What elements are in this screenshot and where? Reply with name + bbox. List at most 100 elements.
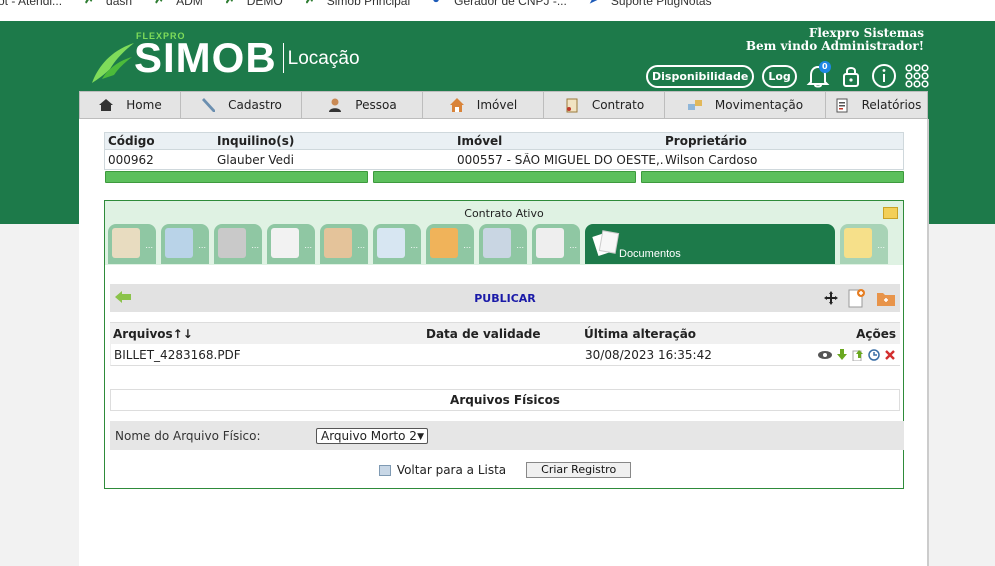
back-to-list-link[interactable]: Voltar para a Lista <box>397 463 506 477</box>
move-icon[interactable] <box>824 291 838 305</box>
logo-divider <box>282 43 284 73</box>
imovel-value: 000557 - SÃO MIGUEL DO OESTE,... <box>457 152 665 167</box>
file-actions <box>765 348 900 361</box>
contract-summary-header: Código Inquilino(s) Imóvel Proprietário <box>104 132 904 150</box>
bookmark-6[interactable]: ➤Suporte PlugNotas <box>589 0 712 8</box>
tab-pagamentos[interactable]: ... <box>426 224 474 264</box>
files-table-header: Arquivos↑↓ Data de validade Última alter… <box>110 322 900 344</box>
logo-module-text: Locação <box>287 48 360 69</box>
col-arquivos[interactable]: Arquivos↑↓ <box>110 327 426 341</box>
nav-home-label: Home <box>126 98 162 112</box>
nav-movimentacao[interactable]: Movimentação <box>665 92 826 118</box>
nav-pessoa-label: Pessoa <box>355 98 397 112</box>
add-document-icon[interactable] <box>848 288 866 308</box>
bookmark-4[interactable]: ✗Simob Principal <box>305 0 410 8</box>
checklist-icon <box>271 228 299 258</box>
status-bar <box>373 171 636 183</box>
add-folder-icon[interactable] <box>876 289 896 307</box>
tab-checklist[interactable]: ... <box>267 224 315 264</box>
bookmark-0[interactable]: ot - Atendi... <box>0 0 62 8</box>
codigo-value: 000962 <box>108 152 154 167</box>
tab-relatorio[interactable]: ... <box>532 224 580 264</box>
nav-home[interactable]: Home <box>80 92 181 118</box>
nav-imovel[interactable]: Imóvel <box>423 92 544 118</box>
view-eye-icon[interactable] <box>818 349 832 361</box>
list-icon <box>378 464 391 476</box>
company-info: Flexpro Sistemas Bem vindo Administrador… <box>746 27 924 53</box>
publish-link[interactable]: PUBLICAR <box>110 292 900 305</box>
logo-flexpro-text: FLEXPRO <box>136 31 186 41</box>
physical-file-selected: Arquivo Morto 2 <box>321 429 417 443</box>
publish-actions <box>824 288 896 308</box>
info-button[interactable] <box>871 63 897 89</box>
download-icon[interactable] <box>836 348 848 361</box>
log-button[interactable]: Log <box>762 64 797 88</box>
note-icon <box>844 228 872 258</box>
disponibilidade-button[interactable]: Disponibilidade <box>646 64 755 88</box>
file-name[interactable]: BILLET_4283168.PDF <box>111 348 427 362</box>
upload-icon[interactable] <box>852 349 864 361</box>
bookmarks-bar: ot - Atendi... ✗dash ✗ADM ✗DEMO ✗Simob P… <box>0 0 995 21</box>
logo-simob-text: SIMOB <box>134 34 277 81</box>
physical-file-select[interactable]: Arquivo Morto 2 ▼ <box>316 428 428 444</box>
contract-icon <box>566 98 578 113</box>
bookmark-1[interactable]: ✗dash <box>84 0 132 8</box>
tab-inquilino[interactable]: ... <box>161 224 209 264</box>
nav-relatorios[interactable]: Relatórios <box>826 92 929 118</box>
bookmark-x-icon: ✗ <box>305 0 319 7</box>
tab-configuracao[interactable]: ... <box>214 224 262 264</box>
physical-files-title: Arquivos Físicos <box>110 389 900 411</box>
table-row: BILLET_4283168.PDF 30/08/2023 16:35:42 <box>110 344 900 366</box>
tab-documentos[interactable]: Documentos <box>585 224 835 264</box>
apps-button[interactable] <box>904 63 930 89</box>
tab-arquivos[interactable]: ... <box>373 224 421 264</box>
create-record-button[interactable]: Criar Registro <box>526 462 632 478</box>
document-list-icon <box>536 228 564 258</box>
note-envelope-icon[interactable] <box>883 207 898 219</box>
bookmark-x-icon: ✗ <box>84 0 98 7</box>
tab-transferencia[interactable]: ... <box>479 224 527 264</box>
col-proprietario: Proprietário <box>665 134 747 148</box>
contract-tabs: ... ... ... ... ... ... ... ... ... Docu… <box>108 224 893 264</box>
info-icon <box>871 64 896 88</box>
pencil-icon <box>202 98 216 112</box>
files-table: Arquivos↑↓ Data de validade Última alter… <box>110 322 900 366</box>
home-icon <box>99 99 114 111</box>
publish-bar: PUBLICAR <box>110 284 900 312</box>
tab-contrato[interactable]: ... <box>108 224 156 264</box>
simob-logo[interactable]: FLEXPRO SIMOB Locação <box>88 31 360 83</box>
nav-movimentacao-label: Movimentação <box>714 98 804 112</box>
col-acoes: Ações <box>856 326 896 341</box>
col-inquilino: Inquilino(s) <box>217 134 295 148</box>
bookmark-2[interactable]: ✗ADM <box>154 0 203 8</box>
bookmark-x-icon: ✗ <box>225 0 239 7</box>
person-icon <box>329 98 342 112</box>
bookmark-3[interactable]: ✗DEMO <box>225 0 283 8</box>
lock-icon <box>842 67 859 87</box>
notification-badge: 0 <box>818 61 831 73</box>
status-bar <box>641 171 904 183</box>
transfer-icon <box>687 100 702 110</box>
history-icon[interactable] <box>868 348 880 361</box>
contract-status-title: Contrato Ativo <box>464 207 544 220</box>
documents-icon <box>592 230 620 256</box>
nav-contrato-label: Contrato <box>591 98 645 112</box>
contract-box-header: Contrato Ativo ... ... ... ... ... ... .… <box>105 201 903 265</box>
tab-financeiro[interactable]: ... <box>320 224 368 264</box>
report-icon <box>836 98 848 113</box>
file-modified: 30/08/2023 16:35:42 <box>585 347 712 362</box>
status-bar <box>105 171 368 183</box>
nav-cadastro[interactable]: Cadastro <box>181 92 302 118</box>
computer-transfer-icon <box>483 228 511 258</box>
nav-contrato[interactable]: Contrato <box>544 92 665 118</box>
bookmark-5[interactable]: ●Gerador de CNPJ -... <box>432 0 567 8</box>
nav-relatorios-label: Relatórios <box>861 98 922 112</box>
gears-icon <box>218 228 246 258</box>
tab-notas[interactable]: ... <box>840 224 888 264</box>
apps-grid-icon <box>905 64 929 88</box>
nav-pessoa[interactable]: Pessoa <box>302 92 423 118</box>
delete-icon[interactable] <box>884 349 896 361</box>
notifications-button[interactable]: 0 <box>805 61 831 89</box>
col-imovel: Imóvel <box>457 134 503 148</box>
lock-button[interactable] <box>838 63 864 89</box>
